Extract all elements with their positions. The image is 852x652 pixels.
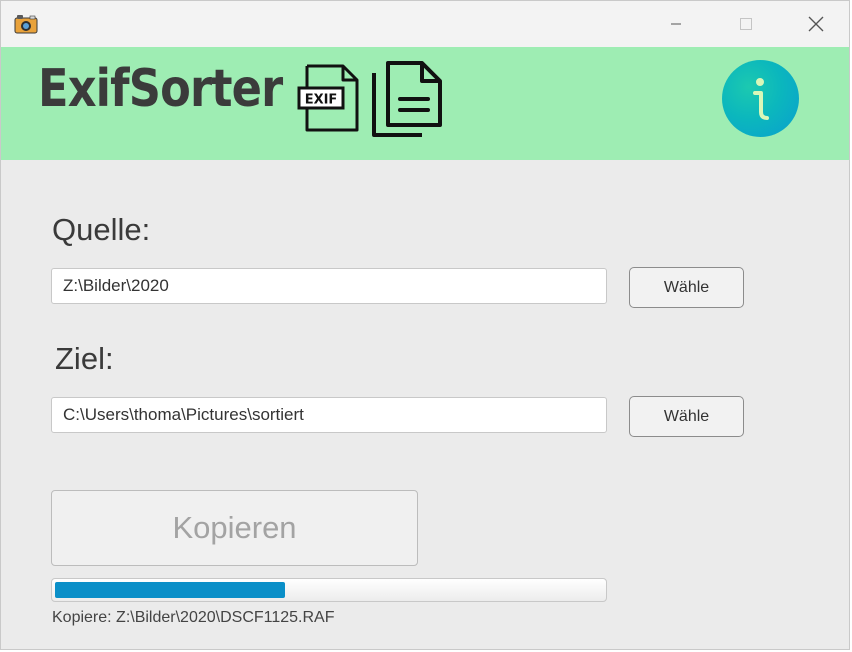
maximize-button[interactable] bbox=[711, 1, 781, 47]
info-button[interactable] bbox=[722, 60, 799, 137]
exif-badge: EXIF bbox=[305, 93, 338, 108]
progress-fill bbox=[55, 582, 285, 598]
exif-file-icon: EXIF bbox=[297, 64, 359, 132]
progress-bar bbox=[51, 578, 607, 602]
close-button[interactable] bbox=[781, 1, 849, 47]
source-label: Quelle: bbox=[52, 212, 151, 247]
minimize-button[interactable] bbox=[641, 1, 711, 47]
maximize-icon bbox=[740, 18, 752, 30]
close-icon bbox=[808, 16, 824, 32]
app-window: ExifSorter EXIF Quelle: Z:\Bilder\2020 W… bbox=[0, 0, 850, 650]
minimize-icon bbox=[671, 23, 681, 25]
copy-documents-icon bbox=[372, 61, 442, 137]
target-choose-button[interactable]: Wähle bbox=[629, 396, 744, 437]
target-path-field[interactable]: C:\Users\thoma\Pictures\sortiert bbox=[51, 397, 607, 433]
app-title: ExifSorter bbox=[38, 59, 283, 119]
info-icon bbox=[753, 78, 769, 120]
target-label: Ziel: bbox=[55, 341, 114, 376]
copy-button[interactable]: Kopieren bbox=[51, 490, 418, 566]
title-bar[interactable] bbox=[1, 1, 849, 47]
camera-icon bbox=[14, 15, 38, 34]
status-text: Kopiere: Z:\Bilder\2020\DSCF1125.RAF bbox=[52, 609, 335, 626]
source-path-field[interactable]: Z:\Bilder\2020 bbox=[51, 268, 607, 304]
source-choose-button[interactable]: Wähle bbox=[629, 267, 744, 308]
